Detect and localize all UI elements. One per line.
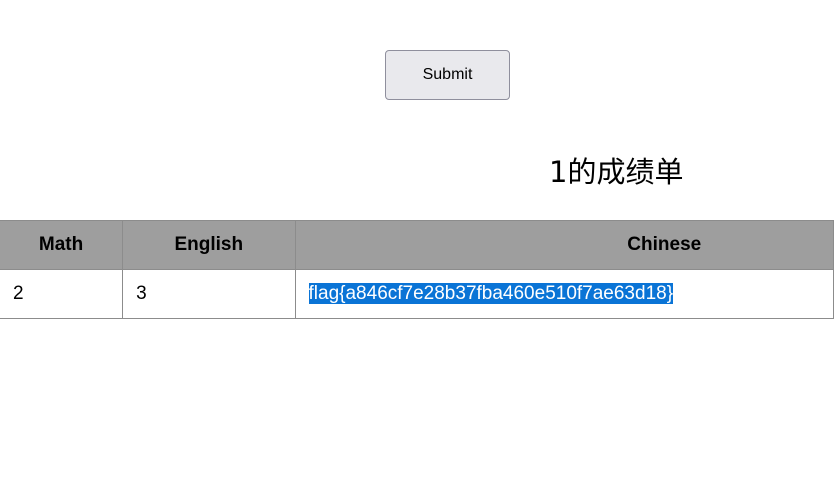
flag-text[interactable]: flag{a846cf7e28b37fba460e510f7ae63d18} [308,283,674,304]
page-title: 1的成绩单 [549,155,684,189]
page: Submit 1的成绩单 Math English Chinese 2 3 fl… [0,0,835,480]
score-table: Math English Chinese 2 3 flag{a846cf7e28… [0,220,835,319]
cell-english: 3 [122,269,296,319]
table-header-row: Math English Chinese [0,220,835,270]
table-row: 2 3 flag{a846cf7e28b37fba460e510f7ae63d1… [0,269,835,319]
column-header-chinese-label: Chinese [627,234,702,255]
column-header-english: English [122,220,296,270]
submit-button[interactable]: Submit [385,50,510,100]
column-header-chinese: Chinese [294,220,835,270]
cell-chinese[interactable]: flag{a846cf7e28b37fba460e510f7ae63d18} [294,269,835,319]
column-header-math: Math [0,220,124,270]
cell-math: 2 [0,269,124,319]
